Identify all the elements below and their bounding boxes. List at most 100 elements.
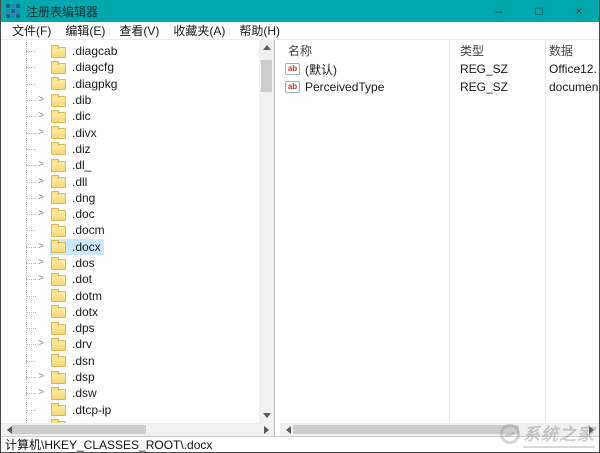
ab-string-icon: ab (285, 81, 300, 93)
column-separator[interactable] (449, 40, 450, 423)
tree-item-label: .diagpkg (72, 76, 118, 91)
tree-item[interactable]: > .dos (1, 255, 259, 271)
minimize-button[interactable]: – (479, 0, 519, 22)
expand-chevron-icon[interactable]: > (36, 258, 46, 268)
tree-item-label: .drv (72, 337, 93, 352)
folder-icon (51, 126, 66, 140)
menu-item[interactable]: 文件(F) (5, 22, 58, 39)
tree-item[interactable]: > .dng (1, 190, 259, 206)
expand-chevron-icon[interactable]: > (36, 192, 46, 203)
tree-item-label: .dng (72, 190, 96, 205)
tree-item-label: .dsn (72, 353, 95, 368)
titlebar[interactable]: 注册表编辑器 – □ × (1, 0, 599, 22)
folder-icon (51, 142, 66, 156)
tree-item[interactable]: .dtcp-ip (1, 402, 259, 418)
tree-item[interactable]: > .divx (1, 124, 259, 140)
tree-connector (26, 377, 36, 379)
tree-item[interactable]: > .doc (1, 206, 259, 222)
tree-connector (26, 197, 36, 199)
tree-item[interactable]: > .dic (1, 108, 259, 124)
tree-item-label: .divx (72, 125, 97, 140)
expand-chevron-icon[interactable]: > (36, 160, 46, 170)
tree-connector (26, 344, 36, 346)
scroll-down-button[interactable] (259, 409, 274, 423)
tree-item-label: .dps (72, 321, 95, 336)
horizontal-scroll-thumb[interactable] (293, 425, 519, 434)
tree-item-label: .dl_ (72, 158, 92, 173)
tree-item[interactable]: > .dl_ (1, 157, 259, 173)
folder-icon (51, 370, 66, 384)
scroll-up-button[interactable] (259, 40, 274, 54)
menu-item[interactable]: 收藏夹(A) (166, 22, 232, 39)
status-bar: 计算机\HKEY_CLASSES_ROOT\.docx (1, 436, 599, 452)
tree-vertical-scrollbar[interactable] (259, 40, 274, 423)
value-row[interactable]: ab (默认) REG_SZ Office12. (280, 60, 599, 78)
tree-item-label: .diagcab (72, 44, 118, 59)
menu-item[interactable]: 帮助(H) (232, 22, 287, 39)
tree-horizontal-scrollbar[interactable] (1, 423, 274, 436)
tree-item[interactable]: .dotx (1, 304, 259, 320)
expand-chevron-icon[interactable]: > (36, 241, 46, 252)
tree-item-label: .dot (72, 272, 93, 287)
tree-item[interactable]: .diagpkg (1, 76, 259, 92)
column-header-name[interactable]: 名称 (280, 42, 449, 59)
expand-chevron-icon[interactable]: > (36, 95, 46, 105)
expand-chevron-icon[interactable]: > (36, 127, 46, 138)
tree-item[interactable]: .docm (1, 222, 259, 238)
values-pane: 名称 类型 数据 ab (默认) REG_SZ Office12. ab Per… (280, 40, 599, 423)
scroll-right-button[interactable] (584, 423, 599, 436)
tree-connector (26, 295, 36, 297)
tree-connector (26, 214, 36, 216)
folder-icon (51, 44, 66, 58)
tree-item[interactable]: .diagcfg (1, 59, 259, 75)
tree-item-label: .diz (72, 141, 91, 156)
tree-item-label: .docx (72, 239, 101, 254)
tree-connector (26, 409, 36, 411)
tree-item[interactable]: .dsn (1, 353, 259, 369)
tree-item[interactable]: > .docx (1, 238, 259, 255)
tree-connector (26, 165, 36, 167)
expand-chevron-icon[interactable]: > (36, 111, 46, 121)
vertical-scroll-thumb[interactable] (261, 60, 272, 92)
registry-app-icon (6, 4, 20, 18)
menu-item[interactable]: 编辑(E) (58, 22, 112, 39)
tree-item[interactable]: > .dsw (1, 385, 259, 401)
value-list: ab (默认) REG_SZ Office12. ab PerceivedTyp… (280, 60, 599, 96)
column-separator[interactable] (545, 40, 546, 423)
registry-tree[interactable]: .diagcab .diagcfg .diagpkg > .dib > .dic (1, 40, 259, 423)
expand-chevron-icon[interactable]: > (36, 372, 46, 382)
tree-connector (26, 51, 36, 53)
expand-chevron-icon[interactable]: > (36, 176, 46, 187)
scroll-right-button[interactable] (259, 423, 274, 436)
tree-item[interactable]: > .drv (1, 336, 259, 352)
column-header-type[interactable]: 类型 (449, 42, 545, 59)
expand-chevron-icon[interactable]: > (36, 274, 46, 284)
horizontal-scroll-thumb[interactable] (12, 425, 146, 434)
tree-item[interactable]: .diz (1, 141, 259, 157)
value-name: PerceivedType (305, 80, 385, 94)
tree-item[interactable]: .diagcab (1, 43, 259, 59)
tree-item[interactable]: > .dib (1, 92, 259, 108)
expand-chevron-icon[interactable]: > (36, 209, 46, 219)
tree-item[interactable]: > .dll (1, 173, 259, 189)
tree-item[interactable]: .dotm (1, 287, 259, 303)
expand-chevron-icon[interactable]: > (36, 339, 46, 349)
folder-icon (51, 158, 66, 172)
tree-connector (26, 360, 36, 362)
tree-item[interactable]: > .dsp (1, 369, 259, 385)
value-row[interactable]: ab PerceivedType REG_SZ documen (280, 78, 599, 96)
folder-icon (51, 256, 66, 270)
expand-chevron-icon[interactable]: > (36, 388, 46, 398)
menu-item[interactable]: 查看(V) (112, 22, 166, 39)
tree-item[interactable]: .dps (1, 320, 259, 336)
maximize-button[interactable]: □ (519, 0, 559, 22)
values-horizontal-scrollbar[interactable] (280, 423, 599, 436)
folder-icon (51, 337, 66, 351)
close-button[interactable]: × (559, 0, 599, 22)
tree-item[interactable]: > .dot (1, 271, 259, 287)
tree-item-label: .dos (72, 256, 95, 270)
folder-icon (51, 386, 66, 400)
tree-connector (26, 311, 36, 313)
column-header-data[interactable]: 数据 (545, 42, 573, 59)
tree-item-label: .dotm (72, 288, 103, 303)
